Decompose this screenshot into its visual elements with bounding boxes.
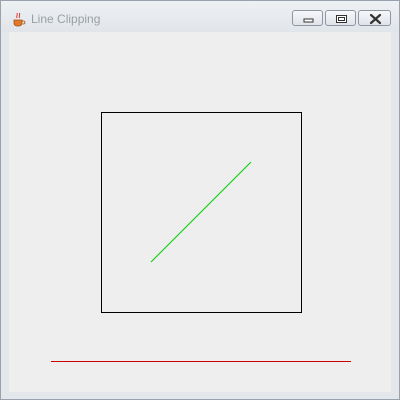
clipped-line-inside xyxy=(150,161,252,263)
maximize-button[interactable] xyxy=(325,10,356,26)
window-title: Line Clipping xyxy=(31,12,101,26)
close-button[interactable] xyxy=(358,10,391,26)
maximize-icon xyxy=(336,15,347,23)
minimize-icon xyxy=(303,18,314,23)
clip-rectangle xyxy=(101,112,302,313)
clipping-canvas xyxy=(51,112,351,362)
close-icon xyxy=(369,13,382,25)
minimize-button[interactable] xyxy=(292,10,323,26)
title-bar[interactable]: Line Clipping xyxy=(1,1,399,32)
drawing-area xyxy=(9,32,391,392)
application-window: Line Clipping xyxy=(0,0,400,400)
java-cup-icon xyxy=(13,12,26,27)
